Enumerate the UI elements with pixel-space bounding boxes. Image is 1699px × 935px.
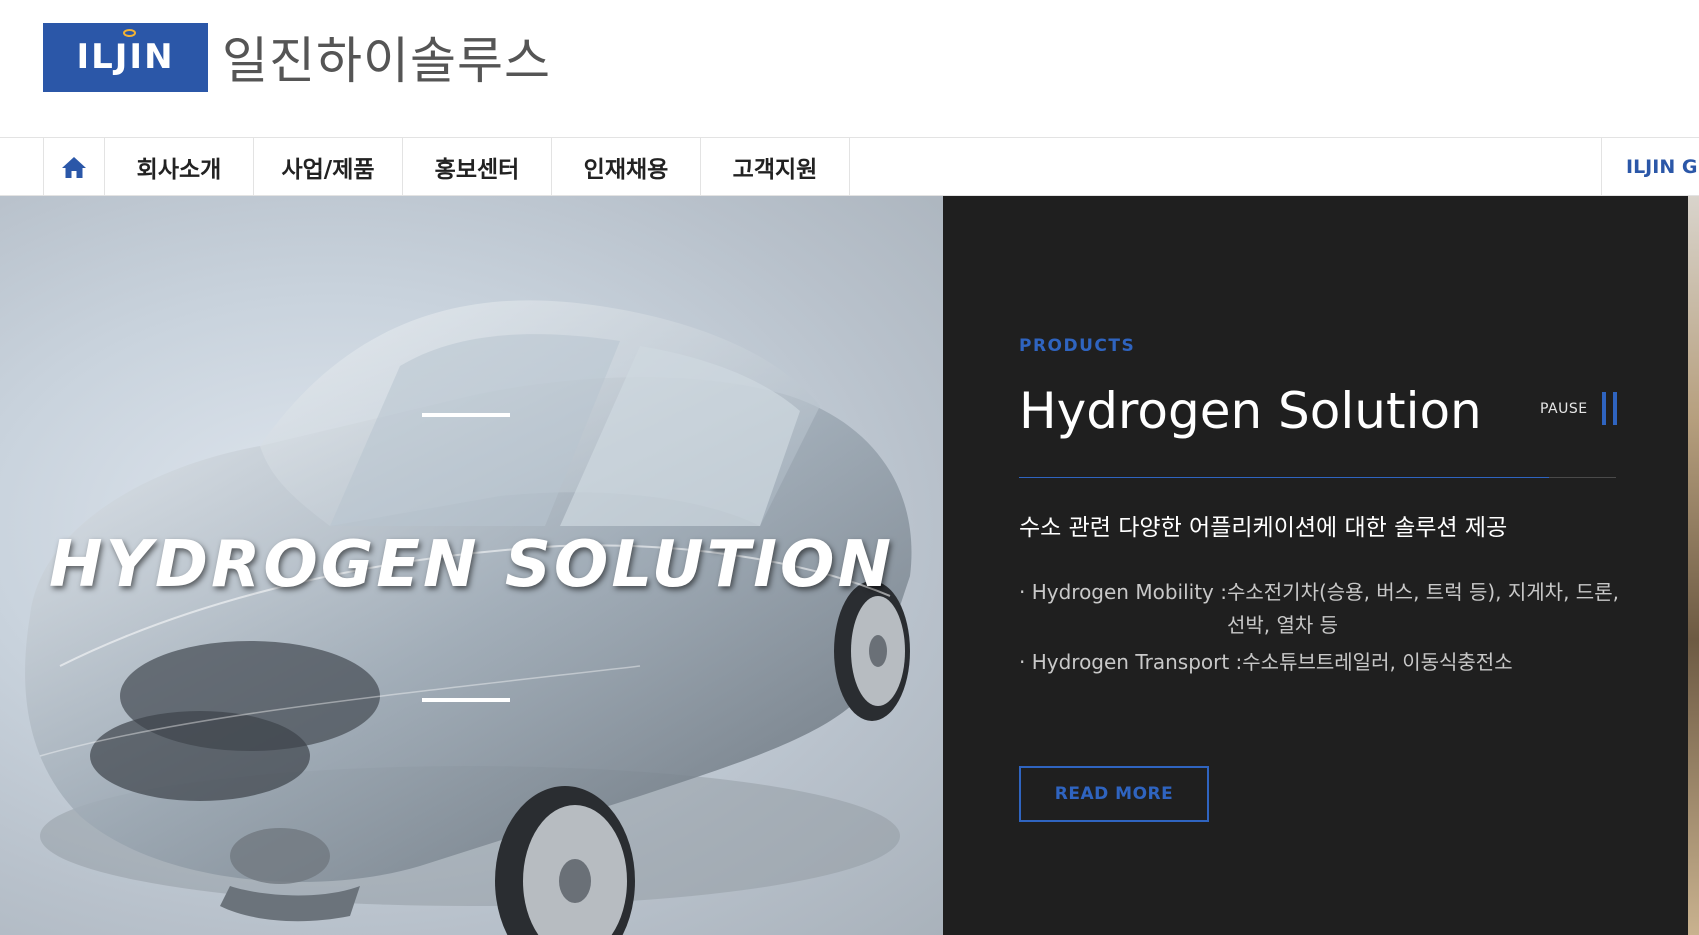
nav-item-company[interactable]: 회사소개 (105, 138, 254, 196)
main-nav: 회사소개 사업/제품 홍보센터 인재채용 고객지원 ILJIN GR (0, 137, 1699, 196)
list-item: · Hydrogen Mobility : 수소전기차(승용, 버스, 트럭 등… (1019, 576, 1639, 642)
hero-title: Hydrogen Solution (1019, 382, 1482, 440)
home-icon (62, 157, 86, 178)
nav-menu: 회사소개 사업/제품 홍보센터 인재채용 고객지원 (105, 138, 850, 196)
pause-button[interactable]: PAUSE (1540, 392, 1617, 425)
list-item-value: 수소튜브트레일러, 이동식충전소 (1242, 650, 1513, 674)
divider-accent (1019, 477, 1549, 478)
iljin-group-link[interactable]: ILJIN GR (1601, 138, 1699, 196)
hero-image-title: HYDROGEN SOLUTION (49, 528, 894, 602)
category-label: PRODUCTS (1019, 336, 1136, 356)
list-item-value: 수소전기차(승용, 버스, 트럭 등), 지게차, 드론, 선박, 열차 등 (1226, 580, 1619, 637)
hero-top-line (422, 413, 510, 417)
pause-icon (1601, 392, 1617, 425)
read-more-button[interactable]: READ MORE (1019, 766, 1209, 822)
hero-subtitle: 수소 관련 다양한 어플리케이션에 대한 솔루션 제공 (1019, 515, 1508, 541)
logo-text: ILJIN (76, 37, 175, 77)
iljin-logo-box: ILJIN (43, 22, 208, 92)
hero-bottom-line (422, 698, 510, 702)
nav-item-pr-center[interactable]: 홍보센터 (403, 138, 552, 196)
list-item-label: · Hydrogen Transport : (1019, 650, 1243, 674)
company-logo[interactable]: ILJIN 일진하이솔루스 (43, 21, 551, 93)
home-button[interactable] (43, 138, 105, 196)
list-item: · Hydrogen Transport : 수소튜브트레일러, 이동식충전소 (1019, 646, 1639, 679)
next-slide-preview[interactable] (1688, 196, 1699, 935)
logo-dot-icon (123, 28, 136, 37)
list-item-label: · Hydrogen Mobility : (1019, 580, 1227, 604)
company-name: 일진하이솔루스 (222, 32, 551, 90)
site-header: ILJIN 일진하이솔루스 (0, 0, 1699, 137)
hero-image: HYDROGEN SOLUTION (0, 196, 943, 935)
nav-item-business[interactable]: 사업/제품 (254, 138, 403, 196)
hero-info-panel: PRODUCTS Hydrogen Solution PAUSE 수소 관련 다… (943, 196, 1688, 935)
nav-item-recruit[interactable]: 인재채용 (552, 138, 701, 196)
nav-item-support[interactable]: 고객지원 (701, 138, 850, 196)
pause-label: PAUSE (1540, 400, 1588, 417)
feature-list: · Hydrogen Mobility : 수소전기차(승용, 버스, 트럭 등… (1019, 576, 1639, 679)
